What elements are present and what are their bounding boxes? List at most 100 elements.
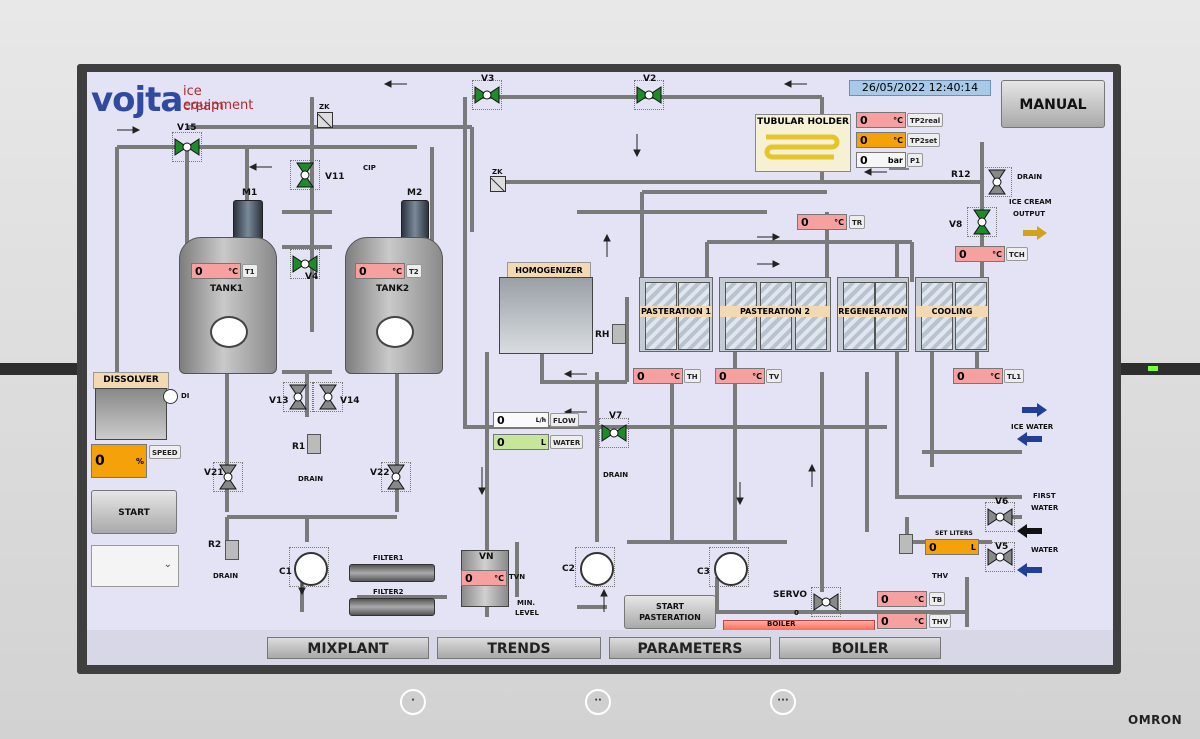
tb-tag: TB (929, 592, 946, 606)
set-liters-label: SET LITERS (935, 530, 973, 537)
dissolver-unit (95, 388, 167, 440)
start-pasteration-button[interactable]: START PASTERATION (624, 595, 716, 629)
tp2set-value-text: 0 (860, 133, 868, 147)
cip-label: CIP (363, 164, 376, 172)
water-inlet-label: WATER (1031, 546, 1059, 554)
tp2set-tag: TP2set (907, 133, 941, 147)
pump-c2-label: C2 (562, 564, 575, 574)
flow-value: 0 L/h (493, 412, 549, 428)
valve-rh[interactable] (612, 324, 626, 344)
valve-v22-label: V22 (370, 468, 390, 478)
di-indicator (163, 389, 178, 404)
t2-value-text: 0 (359, 264, 367, 278)
manual-mode-button[interactable]: MANUAL (1001, 80, 1105, 128)
valve-servo[interactable] (811, 587, 841, 617)
motor-m1-label: M1 (242, 188, 258, 198)
tb-value-text: 0 (881, 592, 889, 606)
valve-v14[interactable] (313, 382, 343, 412)
tv-unit: °C (752, 371, 762, 381)
tv-value-text: 0 (719, 369, 727, 383)
tvn-value-text: 0 (465, 571, 473, 585)
valve-r2-label: R2 (208, 540, 222, 550)
valve-v7-label: V7 (609, 411, 623, 421)
valve-v3[interactable] (472, 80, 502, 110)
pump-c3-label: C3 (697, 567, 710, 577)
nav-boiler[interactable]: BOILER (779, 637, 941, 659)
min-level-label-2: LEVEL (515, 609, 539, 617)
bezel-strip-right (1121, 363, 1200, 375)
min-level-label-1: MIN. (517, 599, 536, 607)
pump-c1[interactable] (289, 547, 329, 587)
tank2: TANK2 (345, 237, 443, 374)
filter2-label: FILTER2 (373, 588, 404, 596)
zk1-label: ZK (319, 103, 330, 111)
valve-v7[interactable] (599, 418, 629, 448)
ice-cream-output-label-2: OUTPUT (1013, 210, 1045, 218)
hw-function-button-1[interactable]: · (400, 689, 426, 715)
tp2real-unit: °C (893, 115, 903, 125)
valve-v15[interactable] (172, 132, 202, 162)
drain-label-v7: DRAIN (603, 471, 629, 479)
valve-r12[interactable] (982, 167, 1012, 197)
tr-value-text: 0 (801, 215, 809, 229)
tubular-holder: TUBULAR HOLDER (755, 114, 851, 172)
t1-tag: T1 (242, 264, 258, 278)
pump-c3[interactable] (709, 547, 749, 587)
nav-trends[interactable]: TRENDS (437, 637, 601, 659)
tank1: TANK1 (179, 237, 277, 374)
nav-mixplant[interactable]: MIXPLANT (267, 637, 429, 659)
thv-unit: °C (914, 616, 924, 626)
valve-r2[interactable] (225, 540, 239, 560)
filter1 (349, 564, 435, 582)
valve-v15-label: V15 (177, 123, 197, 133)
tr-unit: °C (834, 217, 844, 227)
motor-m2-label: M2 (407, 188, 423, 198)
tch-tag: TCH (1006, 247, 1028, 261)
valve-thv[interactable] (899, 534, 913, 554)
valve-v8-label: V8 (949, 220, 963, 230)
chevron-down-icon: ⌄ (163, 559, 172, 570)
valve-r12-label: R12 (951, 170, 971, 180)
tank1-porthole (210, 316, 248, 348)
servo-value: 0 (794, 609, 799, 617)
pump-c2-body (580, 552, 614, 586)
th-value-text: 0 (637, 369, 645, 383)
hx-pasteration-1: PASTERATION 1 (639, 277, 713, 352)
bezel-strip-left (0, 363, 77, 375)
hw-function-button-2[interactable]: ·· (585, 689, 611, 715)
boiler-label: BOILER (767, 620, 796, 628)
hx-pasteration-1-label: PASTERATION 1 (640, 306, 712, 317)
water-value: 0L (493, 434, 549, 450)
vn-label: VN (479, 552, 494, 562)
mode-select[interactable]: ⌄ (91, 545, 179, 587)
hx-cooling-label: COOLING (916, 306, 988, 317)
nav-parameters[interactable]: PARAMETERS (609, 637, 771, 659)
set-liters-value-text: 0 (929, 540, 937, 554)
valve-v8[interactable] (967, 207, 997, 237)
flow-value-text: 0 (497, 413, 505, 427)
pump-c2[interactable] (575, 547, 615, 587)
omron-logo: OMRON (1128, 713, 1183, 727)
set-liters-value[interactable]: 0L (925, 539, 979, 555)
water-unit: L (540, 437, 546, 447)
tank2-porthole (376, 316, 414, 348)
valve-v11[interactable] (290, 160, 320, 190)
pump-c1-label: C1 (279, 567, 292, 577)
ice-water-label: ICE WATER (1011, 423, 1054, 431)
start-button[interactable]: START (91, 490, 177, 534)
hw-function-button-3[interactable]: ··· (770, 689, 796, 715)
th-tag: TH (684, 369, 701, 383)
tp2set-value[interactable]: 0 °C (856, 132, 906, 148)
speed-value[interactable]: 0% (91, 444, 147, 478)
valve-v5-label: V5 (995, 542, 1009, 552)
motor-m1 (233, 200, 263, 240)
datetime-display: 26/05/2022 12:40:14 (849, 80, 991, 96)
zk1-valve[interactable] (317, 112, 333, 129)
valve-v2[interactable] (634, 80, 664, 110)
th-value: 0 °C (633, 368, 683, 384)
tb-unit: °C (914, 594, 924, 604)
zk2-valve[interactable] (490, 176, 506, 193)
valve-r1[interactable] (307, 434, 321, 454)
valve-v11-label: V11 (325, 172, 345, 182)
homogenizer-unit (499, 277, 593, 354)
